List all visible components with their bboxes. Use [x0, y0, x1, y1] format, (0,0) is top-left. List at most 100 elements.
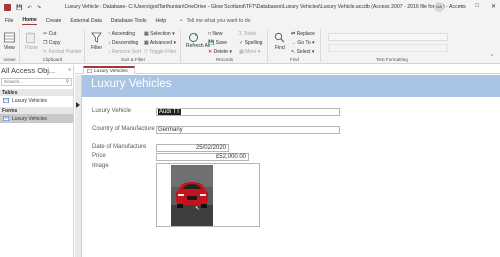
- image-field[interactable]: ↖: [156, 163, 260, 227]
- delete-record-button[interactable]: ✕ Delete ▾: [208, 49, 232, 55]
- app-icon[interactable]: [4, 4, 11, 11]
- cut-button[interactable]: ✂ Cut: [43, 31, 56, 37]
- user-avatar[interactable]: GA: [434, 2, 444, 12]
- navpane-title: All Access Obj...: [1, 65, 56, 75]
- find-button[interactable]: Find: [275, 45, 285, 51]
- navpane-section-tables[interactable]: Tables: [0, 89, 73, 96]
- table-icon: [3, 98, 9, 103]
- vehicle-field[interactable]: Audi TT: [156, 108, 340, 116]
- clipboard-group: Paste ✂ Cut ❐ Copy ✎ Format Painter Clip…: [21, 29, 85, 62]
- navpane-item-form[interactable]: Luxury Vehicles: [0, 114, 73, 123]
- toggle-filter-button[interactable]: ▽ Toggle Filter: [144, 49, 176, 55]
- clipboard-group-label: Clipboard: [42, 57, 63, 62]
- tab-help[interactable]: Help: [155, 18, 166, 24]
- price-label: Price: [92, 153, 106, 159]
- refresh-icon: [189, 33, 198, 42]
- view-icon: [4, 32, 15, 43]
- navigation-pane: All Access Obj... « Search... ⚲ Tables L…: [0, 65, 74, 257]
- ribbon-tabs: File Home Create External Data Database …: [0, 15, 500, 27]
- mouse-cursor-icon: ↖: [195, 206, 201, 212]
- car-photo: [171, 165, 213, 226]
- remove-sort-button[interactable]: ↕ Remove Sort: [108, 49, 141, 55]
- tab-external-data[interactable]: External Data: [70, 18, 101, 24]
- object-tab-luxury-vehicles[interactable]: Luxury Vehicles: [83, 66, 135, 74]
- replace-button[interactable]: ⇄ Replace: [291, 31, 315, 37]
- close-icon[interactable]: ✕: [491, 3, 496, 10]
- selection-button[interactable]: ▦ Selection ▾: [144, 31, 175, 37]
- window-controls: – □ ✕: [460, 3, 496, 10]
- remove-sort-icon: ↕: [108, 49, 111, 55]
- more-icon: ▦: [239, 49, 244, 55]
- form-header: Luxury Vehicles: [82, 75, 500, 97]
- form-icon: [3, 116, 9, 121]
- copy-button[interactable]: ❐ Copy: [43, 40, 61, 46]
- ascending-button[interactable]: ↑ Ascending: [108, 31, 135, 37]
- navpane-section-forms[interactable]: Forms: [0, 107, 73, 114]
- tell-me-box[interactable]: ⚬ Tell me what you want to do: [179, 18, 250, 24]
- chevron-down-icon: ▾: [311, 49, 315, 55]
- record-selector[interactable]: [75, 75, 82, 257]
- chevron-down-icon: ▾: [173, 40, 177, 46]
- goto-icon: →: [291, 40, 296, 46]
- descending-button[interactable]: ↓ Descending: [108, 40, 138, 46]
- country-field[interactable]: Germany: [156, 126, 340, 134]
- chevron-down-icon: ▾: [172, 31, 175, 37]
- sort-descending-icon: ↓: [108, 40, 111, 46]
- navpane-item-table[interactable]: Luxury Vehicles: [0, 96, 73, 105]
- more-button[interactable]: ▦ More ▾: [239, 49, 260, 55]
- advanced-button[interactable]: ▦ Advanced ▾: [144, 40, 176, 46]
- quick-access-toolbar: 💾 ↶ ↷: [0, 4, 60, 11]
- records-group-label: Records: [215, 57, 234, 62]
- refresh-all-button[interactable]: Refresh All: [186, 44, 210, 49]
- tab-home[interactable]: Home: [22, 17, 37, 25]
- goto-button[interactable]: → Go To ▾: [291, 40, 315, 46]
- chevron-down-icon: ▾: [312, 40, 315, 46]
- country-label: Country of Manufacture: [92, 126, 155, 132]
- toggle-filter-icon: ▽: [144, 49, 148, 55]
- totals-button[interactable]: Σ Totals: [239, 31, 257, 37]
- text-formatting-group: Text Formatting: [322, 29, 462, 62]
- sort-filter-group: Filter ↑ Ascending ↓ Descending ↕ Remove…: [86, 29, 181, 62]
- price-field[interactable]: £52,000.00: [156, 153, 249, 161]
- paste-icon: [26, 32, 35, 43]
- form-view: Luxury Vehicles Luxury Vehicle Audi TT C…: [75, 75, 500, 257]
- find-icon: [274, 32, 285, 43]
- maximize-icon[interactable]: □: [475, 3, 479, 10]
- select-button[interactable]: ↖ Select ▾: [291, 49, 314, 55]
- paste-button[interactable]: Paste: [25, 45, 38, 51]
- minimize-icon[interactable]: –: [460, 3, 463, 10]
- find-group: Find ⇄ Replace → Go To ▾ ↖ Select ▾ Find: [269, 29, 321, 62]
- image-label: Image: [92, 163, 109, 169]
- window-title: Luxury Vehicle : Database- C:\Users\godT…: [65, 4, 466, 10]
- find-group-label: Find: [290, 57, 299, 62]
- navpane-header[interactable]: All Access Obj... «: [0, 65, 73, 75]
- undo-icon[interactable]: ↶: [27, 5, 31, 11]
- tab-file[interactable]: File: [5, 18, 13, 24]
- view-button[interactable]: View: [4, 45, 15, 51]
- save-record-button[interactable]: 💾 Save: [208, 40, 227, 46]
- new-record-button[interactable]: □ New: [208, 31, 222, 37]
- record-pointer-icon: [76, 102, 80, 108]
- filter-button[interactable]: Filter: [91, 45, 102, 51]
- collapse-ribbon-icon[interactable]: ⌃: [490, 54, 494, 60]
- tab-create[interactable]: Create: [46, 18, 62, 24]
- scissors-icon: ✂: [43, 31, 48, 37]
- title-bar: 💾 ↶ ↷ Luxury Vehicle : Database- C:\User…: [0, 0, 500, 15]
- format-buttons-row: [328, 44, 448, 52]
- navpane-search-input[interactable]: Search... ⚲: [1, 78, 72, 86]
- new-record-icon: □: [208, 31, 212, 37]
- object-tab-bar: Luxury Vehicles: [75, 65, 500, 74]
- save-icon[interactable]: 💾: [16, 5, 22, 11]
- redo-icon[interactable]: ↷: [37, 5, 41, 11]
- views-group: View Views: [0, 29, 20, 62]
- delete-icon: ✕: [208, 49, 213, 55]
- spelling-button[interactable]: ✓ Spelling: [239, 40, 262, 46]
- filter-icon: [91, 32, 102, 43]
- sigma-icon: Σ: [239, 31, 243, 37]
- tab-database-tools[interactable]: Database Tools: [111, 18, 147, 24]
- format-painter-button[interactable]: ✎ Format Painter: [43, 49, 82, 55]
- collapse-pane-icon[interactable]: «: [68, 67, 71, 73]
- ribbon: View Views Paste ✂ Cut ❐ Copy ✎ Format P…: [0, 27, 500, 64]
- chevron-down-icon: ▾: [229, 49, 232, 55]
- date-field[interactable]: 25/02/2020: [156, 144, 229, 152]
